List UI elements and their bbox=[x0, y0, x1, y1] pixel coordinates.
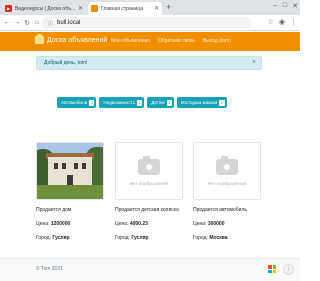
menu-dots-icon[interactable]: ⋮ bbox=[290, 18, 297, 26]
video-favicon-icon: ▶ bbox=[5, 5, 12, 12]
back-icon[interactable]: ← bbox=[2, 19, 12, 26]
no-image-text: Нет изображения bbox=[129, 180, 169, 186]
city-value: Москва bbox=[209, 235, 228, 241]
site-footer: © Tom 2021 ↑ bbox=[0, 258, 300, 281]
house-photo bbox=[37, 143, 103, 199]
price-value: 300000 bbox=[207, 221, 225, 227]
menu-item-logout[interactable]: Выход (tom) bbox=[203, 38, 231, 44]
menu-item-my-ads[interactable]: Мои объявления bbox=[111, 38, 150, 44]
ad-city: Город: Москва bbox=[193, 235, 261, 241]
ad-card[interactable]: Продается дом Цена: 1200000 Город: Гусля… bbox=[36, 142, 104, 241]
ad-price: Цена: 4000.23 bbox=[115, 221, 183, 227]
city-value: Гусляр bbox=[131, 235, 149, 241]
close-window-icon[interactable]: ✕ bbox=[292, 2, 298, 10]
ad-image[interactable]: Нет изображения bbox=[115, 142, 183, 200]
category-count-badge: 1 bbox=[219, 99, 225, 106]
browser-tab-videocourses[interactable]: ▶ Видеокурсы | Доска объ... ✕ bbox=[2, 2, 86, 15]
scroll-top-button[interactable]: ↑ bbox=[283, 264, 294, 275]
category-count-badge: 1 bbox=[166, 99, 172, 106]
ad-card[interactable]: Нет изображения Продается детская коляск… bbox=[115, 142, 183, 241]
site-favicon-icon bbox=[91, 5, 98, 12]
city-label: Город: bbox=[36, 235, 51, 241]
price-value: 4000.23 bbox=[129, 221, 148, 227]
maximize-icon[interactable]: □ bbox=[282, 2, 288, 10]
minimize-icon[interactable]: – bbox=[272, 2, 278, 10]
city-value: Гусляр bbox=[52, 235, 70, 241]
category-count-badge: 1 bbox=[137, 99, 143, 106]
ad-image[interactable]: Нет изображения bbox=[193, 142, 261, 200]
ad-image[interactable] bbox=[36, 142, 104, 200]
site-header: Доска объявлений Мои объявления Обратная… bbox=[0, 32, 300, 51]
alert-close-icon[interactable]: × bbox=[252, 59, 256, 66]
camera-icon bbox=[138, 155, 160, 175]
greeting-alert: Добрый день, tom! × bbox=[36, 56, 262, 70]
category-label: Автомобили bbox=[61, 100, 88, 105]
briefcase-icon bbox=[35, 34, 44, 44]
camera-icon bbox=[216, 155, 238, 175]
ad-card[interactable]: Нет изображения Продается автомобиль Цен… bbox=[193, 142, 261, 241]
tab-close-icon[interactable]: ✕ bbox=[78, 5, 83, 12]
brand-link[interactable]: Доска объявлений bbox=[35, 34, 108, 44]
forward-icon[interactable]: → bbox=[12, 19, 22, 26]
profile-icon[interactable]: ◉ bbox=[279, 18, 285, 26]
alert-text: Добрый день, tom! bbox=[44, 60, 88, 66]
ad-title[interactable]: Продается автомобиль bbox=[193, 207, 261, 213]
price-label: Цена: bbox=[115, 221, 129, 227]
category-label: Недвижимость bbox=[103, 100, 136, 105]
category-label: Молодым мамам bbox=[180, 100, 218, 105]
main-menu: Мои объявления Обратная связь Выход (tom… bbox=[111, 38, 231, 44]
category-count-badge: 2 bbox=[89, 99, 95, 106]
category-button-realty[interactable]: Недвижимость 1 bbox=[99, 97, 145, 108]
ad-city: Город: Гусляр bbox=[36, 235, 104, 241]
category-button-young-moms[interactable]: Молодым мамам 1 bbox=[176, 97, 227, 108]
price-value: 1200000 bbox=[50, 221, 71, 227]
city-label: Город: bbox=[115, 235, 130, 241]
browser-tab-home[interactable]: Главная страница ✕ bbox=[88, 2, 162, 15]
ad-price: Цена: 1200000 bbox=[36, 221, 104, 227]
category-button-cars[interactable]: Автомобили 2 bbox=[57, 97, 97, 108]
address-bar[interactable]: ⓘ bull.local bbox=[42, 17, 252, 29]
tab-close-icon[interactable]: ✕ bbox=[154, 5, 159, 12]
browser-toolbar-right: ☆ ◉ ⋮ bbox=[268, 18, 297, 26]
new-tab-button[interactable]: + bbox=[166, 2, 171, 13]
browser-tabbar: ▶ Видеокурсы | Доска объ... ✕ Главная ст… bbox=[0, 0, 300, 15]
tab-title: Видеокурсы | Доска объ... bbox=[15, 5, 76, 12]
city-label: Город: bbox=[193, 235, 208, 241]
ad-title[interactable]: Продается детская коляска bbox=[115, 207, 183, 213]
category-button-kids[interactable]: Детям 1 bbox=[147, 97, 174, 108]
ad-title[interactable]: Продается дом bbox=[36, 207, 104, 213]
footer-copyright: © Tom 2021 bbox=[36, 266, 63, 272]
bookmark-star-icon[interactable]: ☆ bbox=[268, 18, 274, 26]
yii-debug-logo-icon[interactable] bbox=[268, 265, 276, 273]
category-buttons: Автомобили 2 Недвижимость 1 Детям 1 Моло… bbox=[57, 97, 227, 108]
no-image-text: Нет изображения bbox=[207, 180, 247, 186]
window-controls: – □ ✕ bbox=[272, 2, 298, 10]
menu-item-feedback[interactable]: Обратная связь bbox=[158, 38, 195, 44]
home-icon[interactable]: ⌂ bbox=[32, 19, 42, 26]
lock-icon: ⓘ bbox=[48, 20, 54, 27]
brand-title: Доска объявлений bbox=[47, 36, 108, 44]
price-label: Цена: bbox=[36, 221, 50, 227]
reload-icon[interactable]: ↻ bbox=[22, 19, 32, 27]
ad-price: Цена: 300000 bbox=[193, 221, 261, 227]
ad-city: Город: Гусляр bbox=[115, 235, 183, 241]
category-label: Детям bbox=[151, 100, 165, 105]
tab-title: Главная страница bbox=[101, 5, 143, 12]
url-text: bull.local bbox=[57, 20, 81, 26]
browser-navbar: ← → ↻ ⌂ ⓘ bull.local ☆ ◉ ⋮ bbox=[0, 15, 300, 31]
price-label: Цена: bbox=[193, 221, 207, 227]
